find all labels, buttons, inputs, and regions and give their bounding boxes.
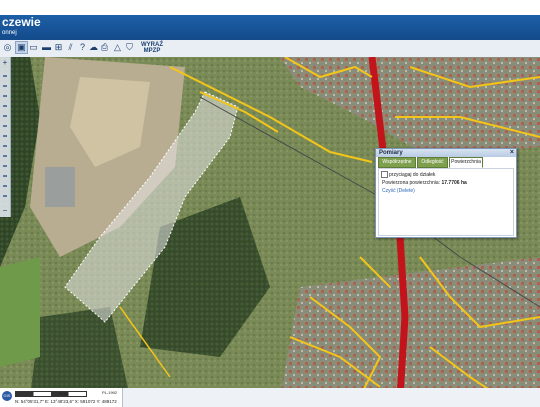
ruler-icon[interactable]: ⫽: [65, 42, 76, 53]
layers-icon[interactable]: ⊞: [53, 42, 64, 53]
zoom-tick[interactable]: [3, 75, 7, 77]
industrial-building: [45, 167, 75, 207]
snap-checkbox-label: przyciągaj do działek: [389, 171, 436, 178]
zoom-bar: + −: [0, 57, 11, 217]
field-area: [0, 257, 40, 367]
toolbar: ◎ ▣ ▭ ▬ ⊞ ⫽ ? ☁ ⎙ △ ⛉ WYRAŹ MPZP: [0, 40, 540, 58]
clear-label[interactable]: Czyść: [382, 188, 396, 194]
zoom-tick[interactable]: [3, 95, 7, 97]
zoom-tick[interactable]: [3, 155, 7, 157]
zoom-tick[interactable]: [3, 145, 7, 147]
snap-checkbox[interactable]: [381, 171, 388, 178]
zoom-tick[interactable]: [3, 105, 7, 107]
help-icon[interactable]: ?: [77, 42, 88, 53]
wyraz-mpzp-button[interactable]: WYRAŹ MPZP: [141, 42, 163, 54]
truck-icon[interactable]: ▬: [41, 42, 52, 53]
zoom-tick[interactable]: [3, 125, 7, 127]
zoom-tick[interactable]: [3, 135, 7, 137]
scale-bar: 200M: [15, 391, 87, 397]
measure-icon[interactable]: ▭: [28, 42, 39, 53]
bookmark-icon[interactable]: ⛉: [124, 42, 135, 53]
status-panel: GIS 200M PL-1992 N: 54°05'31,7" E: 13°48…: [0, 388, 123, 407]
area-readout: Powierzona powierzchnia: 17.7706 ha: [382, 180, 467, 186]
tab-wspolrzedne[interactable]: Współrzędne: [378, 157, 416, 168]
zoom-tick[interactable]: [3, 85, 7, 87]
app-header: czewie onnej: [0, 15, 540, 40]
globe-icon[interactable]: ◎: [2, 42, 13, 53]
gis-logo: GIS: [2, 391, 12, 401]
snap-option: przyciągaj do działek: [381, 171, 435, 178]
tab-powierzchnia[interactable]: Powierzchnia: [449, 157, 483, 168]
tab-odleglosc[interactable]: Odległość: [417, 157, 448, 168]
clear-link[interactable]: Czyść (Delete): [382, 188, 415, 194]
scale-label: 200M: [58, 391, 69, 396]
delete-label[interactable]: (Delete): [397, 188, 415, 194]
zoom-in-icon[interactable]: +: [1, 59, 9, 67]
close-icon[interactable]: ×: [510, 149, 514, 157]
zoom-tick[interactable]: [3, 115, 7, 117]
projection-label: PL-1992: [102, 390, 118, 395]
dialog-title: Pomiary: [379, 150, 403, 156]
app-title: czewie: [2, 15, 41, 29]
zoom-tick[interactable]: [3, 165, 7, 167]
mpzp-label: MPZP: [143, 48, 161, 54]
zoom-tick[interactable]: [3, 195, 7, 197]
zoom-tick[interactable]: [3, 175, 7, 177]
app-subtitle: onnej: [2, 30, 17, 36]
measure-dialog: Pomiary × Współrzędne Odległość Powierzc…: [375, 148, 517, 238]
dialog-title-bar[interactable]: Pomiary ×: [376, 149, 516, 157]
browser-top-strip: [0, 0, 540, 15]
area-label: Powierzona powierzchnia:: [382, 180, 441, 186]
status-bar: GIS 200M PL-1992 N: 54°05'31,7" E: 13°48…: [0, 388, 540, 407]
area-value: 17.7706 ha: [441, 180, 467, 186]
print-icon[interactable]: ⎙: [99, 42, 110, 53]
warning-icon[interactable]: △: [112, 42, 123, 53]
cloud-icon[interactable]: ☁: [88, 42, 99, 53]
zoom-out-icon[interactable]: −: [1, 207, 9, 215]
select-area-icon[interactable]: ▣: [15, 41, 28, 54]
dialog-body: przyciągaj do działek Powierzona powierz…: [378, 168, 514, 236]
coordinates-readout: N: 54°05'31,7" E: 13°48'23,6" X: 591072 …: [15, 399, 117, 404]
zoom-tick[interactable]: [3, 185, 7, 187]
